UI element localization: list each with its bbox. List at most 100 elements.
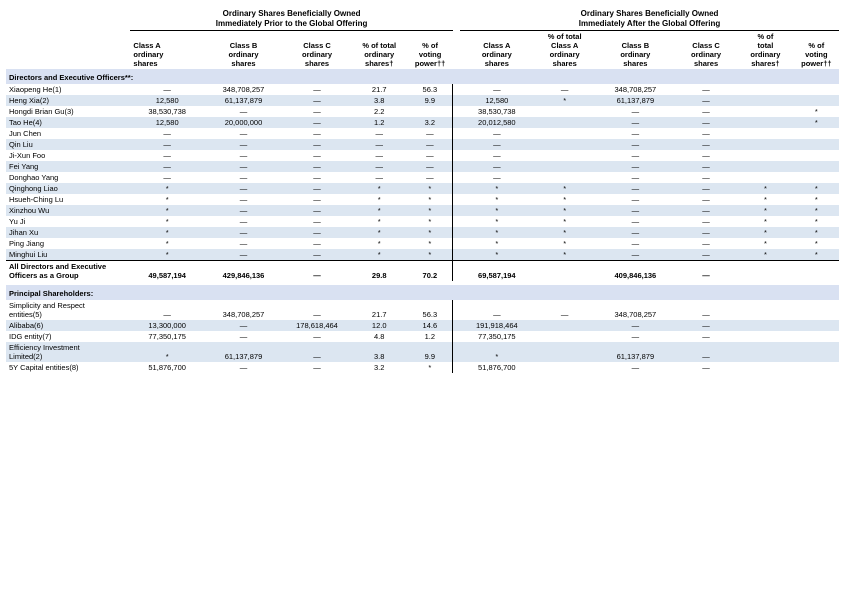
- col-divider: [453, 216, 460, 227]
- right-col-0: —: [460, 84, 534, 95]
- left-col-0: —: [130, 139, 204, 150]
- col-divider: [453, 128, 460, 139]
- left-col-4: 9.9: [407, 95, 452, 106]
- left-col-3: —: [351, 172, 408, 183]
- left-col-1: 348,708,257: [204, 84, 283, 95]
- left-col-4: 56.3: [407, 84, 452, 95]
- right-col-4: [737, 139, 794, 150]
- right-col-0: 12,580: [460, 95, 534, 106]
- left-group-header: Ordinary Shares Beneficially OwnedImmedi…: [130, 8, 452, 31]
- col-divider: [453, 150, 460, 161]
- right-col-4: [737, 117, 794, 128]
- right-col-1: *: [534, 216, 596, 227]
- right-col-3: —: [675, 205, 737, 216]
- left-col-2: —: [283, 84, 351, 95]
- left-col-0: *: [130, 216, 204, 227]
- right-col-0: —: [460, 300, 534, 320]
- right-col-4: *: [737, 205, 794, 216]
- main-container: Ordinary Shares Beneficially OwnedImmedi…: [0, 0, 845, 381]
- right-col-1: [534, 106, 596, 117]
- left-col-3: 3.8: [351, 95, 408, 106]
- left-col-2: —: [283, 300, 351, 320]
- left-col-2: —: [283, 106, 351, 117]
- right-col-1: —: [534, 84, 596, 95]
- col-divider: [453, 238, 460, 249]
- divider: [453, 8, 460, 31]
- right-col-3: —: [675, 183, 737, 194]
- left-col-3: 12.0: [351, 320, 408, 331]
- right-col-2: 409,846,136: [596, 261, 675, 282]
- left-col-0: —: [130, 84, 204, 95]
- left-col-2: —: [283, 261, 351, 282]
- left-col-3: *: [351, 205, 408, 216]
- left-col-2: —: [283, 117, 351, 128]
- right-col-2: —: [596, 128, 675, 139]
- right-col-2: —: [596, 106, 675, 117]
- right-col-0: *: [460, 227, 534, 238]
- row-name: Heng Xia(2): [6, 95, 130, 106]
- right-col-2: 61,137,879: [596, 342, 675, 362]
- right-col-5: [794, 362, 839, 373]
- right-col-4: [737, 320, 794, 331]
- left-col-0: 12,580: [130, 95, 204, 106]
- right-col-2: —: [596, 183, 675, 194]
- right-col-5: [794, 128, 839, 139]
- right-col-5: [794, 331, 839, 342]
- row-name: Ping Jiang: [6, 238, 130, 249]
- row-name: Jun Chen: [6, 128, 130, 139]
- left-col-4: *: [407, 249, 452, 261]
- left-col-4: *: [407, 194, 452, 205]
- right-col-3: —: [675, 95, 737, 106]
- right-col-5: *: [794, 106, 839, 117]
- right-col-4: *: [737, 249, 794, 261]
- row-name: Alibaba(6): [6, 320, 130, 331]
- right-col-1: *: [534, 183, 596, 194]
- right-col-1: [534, 150, 596, 161]
- col-divider: [453, 300, 460, 320]
- left-col-4: —: [407, 161, 452, 172]
- col-divider: [453, 106, 460, 117]
- table-row: Xinzhou Wu*——****——**: [6, 205, 839, 216]
- table-row: All Directors and Executive Officers as …: [6, 261, 839, 282]
- right-col-3: —: [675, 172, 737, 183]
- row-name: Jihan Xu: [6, 227, 130, 238]
- right-col-2: —: [596, 205, 675, 216]
- right-col-1: *: [534, 227, 596, 238]
- col-class-b-right: Class Bordinaryshares: [596, 31, 675, 70]
- table-row: Ping Jiang*——****——**: [6, 238, 839, 249]
- right-col-3: —: [675, 300, 737, 320]
- table-row: Jun Chen————————: [6, 128, 839, 139]
- col-divider: [453, 117, 460, 128]
- left-col-1: —: [204, 216, 283, 227]
- right-col-3: —: [675, 216, 737, 227]
- right-col-0: *: [460, 205, 534, 216]
- right-col-5: *: [794, 227, 839, 238]
- left-col-3: —: [351, 161, 408, 172]
- left-col-3: 3.8: [351, 342, 408, 362]
- left-col-3: *: [351, 216, 408, 227]
- left-col-3: 29.8: [351, 261, 408, 282]
- right-col-3: —: [675, 362, 737, 373]
- col-pct-voting-left: % ofvotingpower††: [407, 31, 452, 70]
- left-col-1: 61,137,879: [204, 95, 283, 106]
- right-col-4: [737, 300, 794, 320]
- left-col-1: —: [204, 227, 283, 238]
- right-col-1: [534, 117, 596, 128]
- left-col-4: *: [407, 238, 452, 249]
- right-col-3: —: [675, 249, 737, 261]
- left-col-4: *: [407, 216, 452, 227]
- right-col-2: 348,708,257: [596, 300, 675, 320]
- right-col-3: —: [675, 331, 737, 342]
- left-col-4: —: [407, 139, 452, 150]
- right-col-2: 61,137,879: [596, 95, 675, 106]
- left-col-3: —: [351, 150, 408, 161]
- col-divider: [453, 84, 460, 95]
- left-col-1: 20,000,000: [204, 117, 283, 128]
- col-divider: [453, 362, 460, 373]
- divider2: [453, 31, 460, 70]
- right-col-0: 77,350,175: [460, 331, 534, 342]
- row-name: Xinzhou Wu: [6, 205, 130, 216]
- left-col-3: —: [351, 139, 408, 150]
- table-row: Yu Ji*——****——**: [6, 216, 839, 227]
- col-divider: [453, 342, 460, 362]
